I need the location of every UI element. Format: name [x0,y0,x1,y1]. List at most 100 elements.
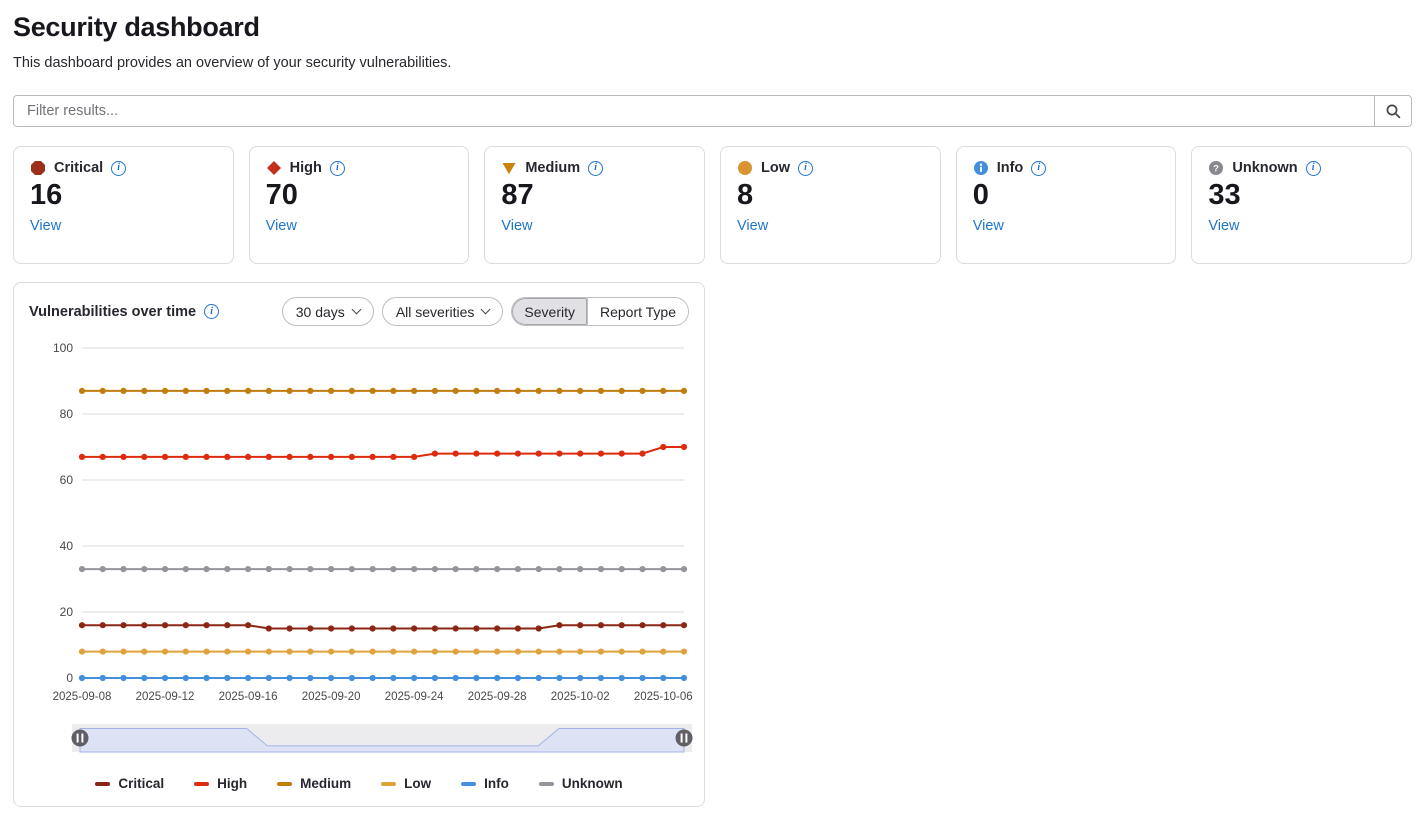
view-link[interactable]: View [1208,218,1239,234]
severity-card-info: Info i 0 View [956,146,1177,264]
info-icon[interactable]: i [588,161,603,176]
legend-item-high[interactable]: High [194,776,247,791]
chart-info-icon[interactable]: i [204,304,219,319]
svg-text:2025-09-12: 2025-09-12 [136,691,195,703]
severity-count: 16 [30,179,217,212]
legend-dash-icon [381,782,396,786]
view-link[interactable]: View [266,218,297,234]
severity-card-header: Info i [973,160,1160,176]
chevron-down-icon [481,305,491,315]
svg-text:2025-10-02: 2025-10-02 [551,691,610,703]
page-subtitle: This dashboard provides an overview of y… [13,55,1412,71]
view-link[interactable]: View [737,218,768,234]
severity-count: 0 [973,179,1160,212]
svg-text:?: ? [1213,164,1219,175]
svg-text:2025-09-08: 2025-09-08 [53,691,112,703]
view-link[interactable]: View [973,218,1004,234]
legend-dash-icon [539,782,554,786]
severity-label: Unknown [1232,160,1297,176]
legend-dash-icon [95,782,110,786]
legend-label: Info [484,776,509,791]
svg-text:40: 40 [60,539,74,553]
svg-text:2025-09-16: 2025-09-16 [219,691,278,703]
chart-title: Vulnerabilities over time [29,304,196,320]
high-severity-icon [266,160,282,176]
svg-text:2025-09-24: 2025-09-24 [385,691,444,703]
chevron-down-icon [351,305,361,315]
chart-mode-toggle: Severity Report Type [511,297,689,326]
severity-card-medium: Medium i 87 View [484,146,705,264]
slider-handle-left[interactable] [72,730,89,747]
slider-handle-right[interactable] [676,730,693,747]
severity-cards-row: Critical i 16 View High i 70 View Medium… [13,146,1412,264]
chart-panel-header: Vulnerabilities over time i 30 days All … [29,297,689,326]
severity-count: 70 [266,179,453,212]
legend-item-info[interactable]: Info [461,776,509,791]
toggle-report-type[interactable]: Report Type [588,298,688,325]
severity-card-critical: Critical i 16 View [13,146,234,264]
page-title: Security dashboard [13,12,1412,43]
unknown-severity-icon: ? [1208,160,1224,176]
vulnerabilities-line-chart: 0 20 40 60 80 100 2025-09-08 2025-09-12 2025-09-… [34,334,694,706]
chart-area: 0 20 40 60 80 100 2025-09-08 2025-09-12 2025-09-… [29,334,689,762]
legend-label: Unknown [562,776,623,791]
svg-text:80: 80 [60,407,74,421]
legend-dash-icon [461,782,476,786]
search-icon [1385,103,1402,120]
svg-text:20: 20 [60,605,74,619]
svg-text:2025-10-06: 2025-10-06 [634,691,693,703]
days-dropdown[interactable]: 30 days [282,297,374,326]
chart-controls: 30 days All severities Severity Report T… [282,297,689,326]
severity-card-high: High i 70 View [249,146,470,264]
severity-card-header: ? Unknown i [1208,160,1395,176]
filter-bar [13,95,1412,127]
severities-dropdown[interactable]: All severities [382,297,504,326]
severity-card-header: Critical i [30,160,217,176]
info-icon[interactable]: i [1306,161,1321,176]
severity-count: 87 [501,179,688,212]
severity-count: 8 [737,179,924,212]
security-dashboard-page: Security dashboard This dashboard provid… [0,0,1425,815]
chart-range-slider[interactable] [34,721,694,757]
severity-card-unknown: ? Unknown i 33 View [1191,146,1412,264]
severity-label: Info [997,160,1024,176]
legend-label: Medium [300,776,351,791]
severity-card-header: High i [266,160,453,176]
severity-card-low: Low i 8 View [720,146,941,264]
severity-label: Low [761,160,790,176]
critical-severity-icon [30,160,46,176]
view-link[interactable]: View [501,218,532,234]
legend-item-unknown[interactable]: Unknown [539,776,623,791]
legend-label: Critical [118,776,164,791]
svg-text:0: 0 [66,671,73,685]
legend-label: High [217,776,247,791]
medium-severity-icon [501,160,517,176]
info-icon[interactable]: i [1031,161,1046,176]
svg-text:100: 100 [53,341,73,355]
legend-dash-icon [277,782,292,786]
svg-text:2025-09-20: 2025-09-20 [302,691,361,703]
legend-dash-icon [194,782,209,786]
severity-count: 33 [1208,179,1395,212]
severity-label: Medium [525,160,580,176]
info-icon[interactable]: i [798,161,813,176]
legend-label: Low [404,776,431,791]
toggle-severity[interactable]: Severity [512,298,587,325]
legend-item-low[interactable]: Low [381,776,431,791]
filter-input[interactable] [14,96,1374,126]
low-severity-icon [737,160,753,176]
severity-label: High [290,160,322,176]
view-link[interactable]: View [30,218,61,234]
info-icon[interactable]: i [111,161,126,176]
severity-label: Critical [54,160,103,176]
svg-text:60: 60 [60,473,74,487]
vulnerabilities-over-time-panel: Vulnerabilities over time i 30 days All … [13,282,705,807]
severity-card-header: Low i [737,160,924,176]
severity-card-header: Medium i [501,160,688,176]
chart-legend: Critical High Medium Low Info [29,776,689,791]
legend-item-critical[interactable]: Critical [95,776,164,791]
legend-item-medium[interactable]: Medium [277,776,351,791]
info-icon[interactable]: i [330,161,345,176]
search-button[interactable] [1374,96,1411,126]
info-severity-icon [973,160,989,176]
